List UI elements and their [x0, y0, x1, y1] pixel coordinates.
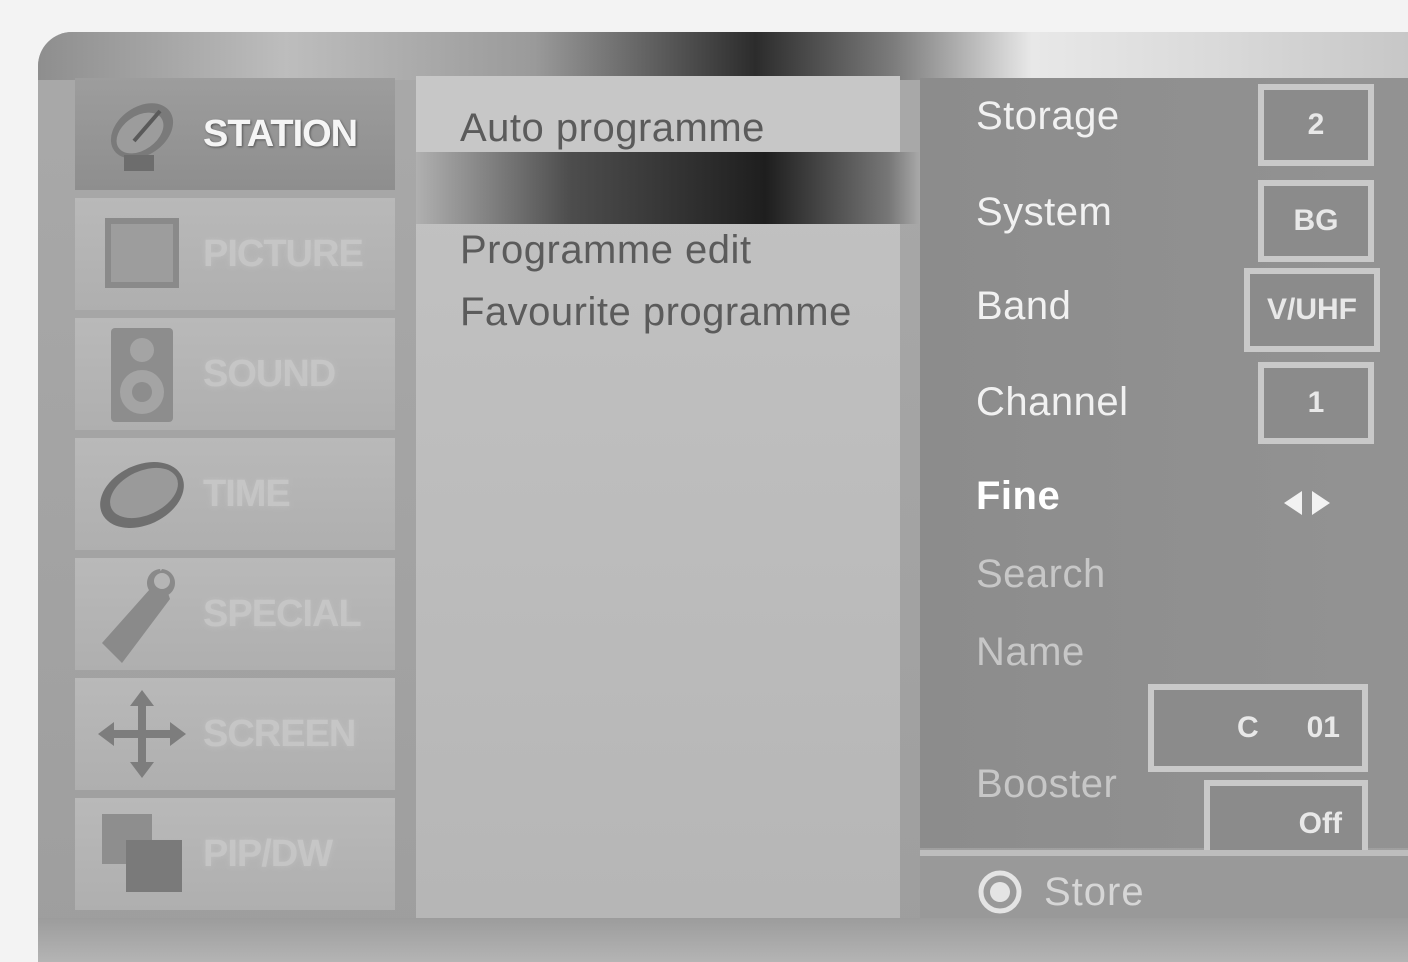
name-value-number: 01: [1306, 711, 1340, 744]
category-sound[interactable]: SOUND: [75, 318, 395, 430]
category-label: SPECIAL: [203, 592, 362, 635]
booster-value: Off: [1298, 807, 1342, 840]
category-station[interactable]: STATION: [75, 78, 395, 190]
submenu-item-auto-programme[interactable]: Auto programme: [460, 106, 765, 151]
speaker-icon: [87, 324, 197, 424]
menu-top-bar: [38, 32, 1408, 80]
store-label: Store: [1044, 870, 1145, 914]
submenu-item-programme-edit[interactable]: Programme edit: [460, 228, 752, 273]
clock-icon: [87, 444, 197, 544]
system-label: System: [976, 190, 1113, 234]
storage-value-box[interactable]: 2: [1258, 84, 1374, 166]
category-time[interactable]: TIME: [75, 438, 395, 550]
satellite-dish-icon: [87, 84, 197, 184]
storage-value: 2: [1307, 108, 1325, 141]
category-special[interactable]: SPECIAL: [75, 558, 395, 670]
tv-osd-menu: STATION PICTURE SOUND TIME SPECIAL SCREE…: [38, 32, 1408, 962]
category-label: TIME: [203, 472, 291, 515]
category-label: SCREEN: [203, 712, 356, 755]
channel-value: 1: [1307, 386, 1325, 419]
search-label[interactable]: Search: [976, 552, 1106, 597]
category-label: SOUND: [203, 352, 336, 395]
category-label: PIP/DW: [203, 832, 333, 875]
name-value-box[interactable]: C 01: [1148, 684, 1368, 772]
ok-button-icon: [978, 870, 1022, 919]
band-value: V/UHF: [1267, 293, 1357, 326]
channel-value-box[interactable]: 1: [1258, 362, 1374, 444]
channel-label: Channel: [976, 380, 1129, 424]
system-value: BG: [1293, 204, 1339, 237]
category-picture[interactable]: PICTURE: [75, 198, 395, 310]
category-pip[interactable]: PIP/DW: [75, 798, 395, 910]
name-label: Name: [976, 630, 1085, 674]
station-submenu: Auto programme Programme edit Favourite …: [416, 76, 930, 918]
storage-label: Storage: [976, 94, 1120, 138]
band-value-box[interactable]: V/UHF: [1244, 268, 1380, 352]
submenu-item-favourite-programme[interactable]: Favourite programme: [460, 290, 852, 335]
menu-bottom-bar: [38, 918, 1408, 962]
tv-screen-icon: [87, 204, 197, 304]
booster-label: Booster: [976, 762, 1118, 806]
fine-label: Fine: [976, 474, 1061, 518]
move-arrows-icon: [87, 684, 197, 784]
category-label: STATION: [203, 112, 358, 155]
category-screen[interactable]: SCREEN: [75, 678, 395, 790]
store-strip[interactable]: Store: [920, 850, 1408, 918]
category-label: PICTURE: [203, 232, 364, 275]
system-value-box[interactable]: BG: [1258, 180, 1374, 262]
left-right-arrows-icon[interactable]: [1280, 488, 1334, 523]
submenu-item-manual-programme-selected[interactable]: [416, 152, 930, 224]
tag-icon: [87, 564, 197, 664]
band-label: Band: [976, 284, 1072, 328]
manual-programme-panel: Storage 2 System BG Band V/UHF Channel 1…: [920, 78, 1408, 868]
name-value-prefix: C: [1236, 711, 1259, 744]
pip-windows-icon: [87, 804, 197, 904]
